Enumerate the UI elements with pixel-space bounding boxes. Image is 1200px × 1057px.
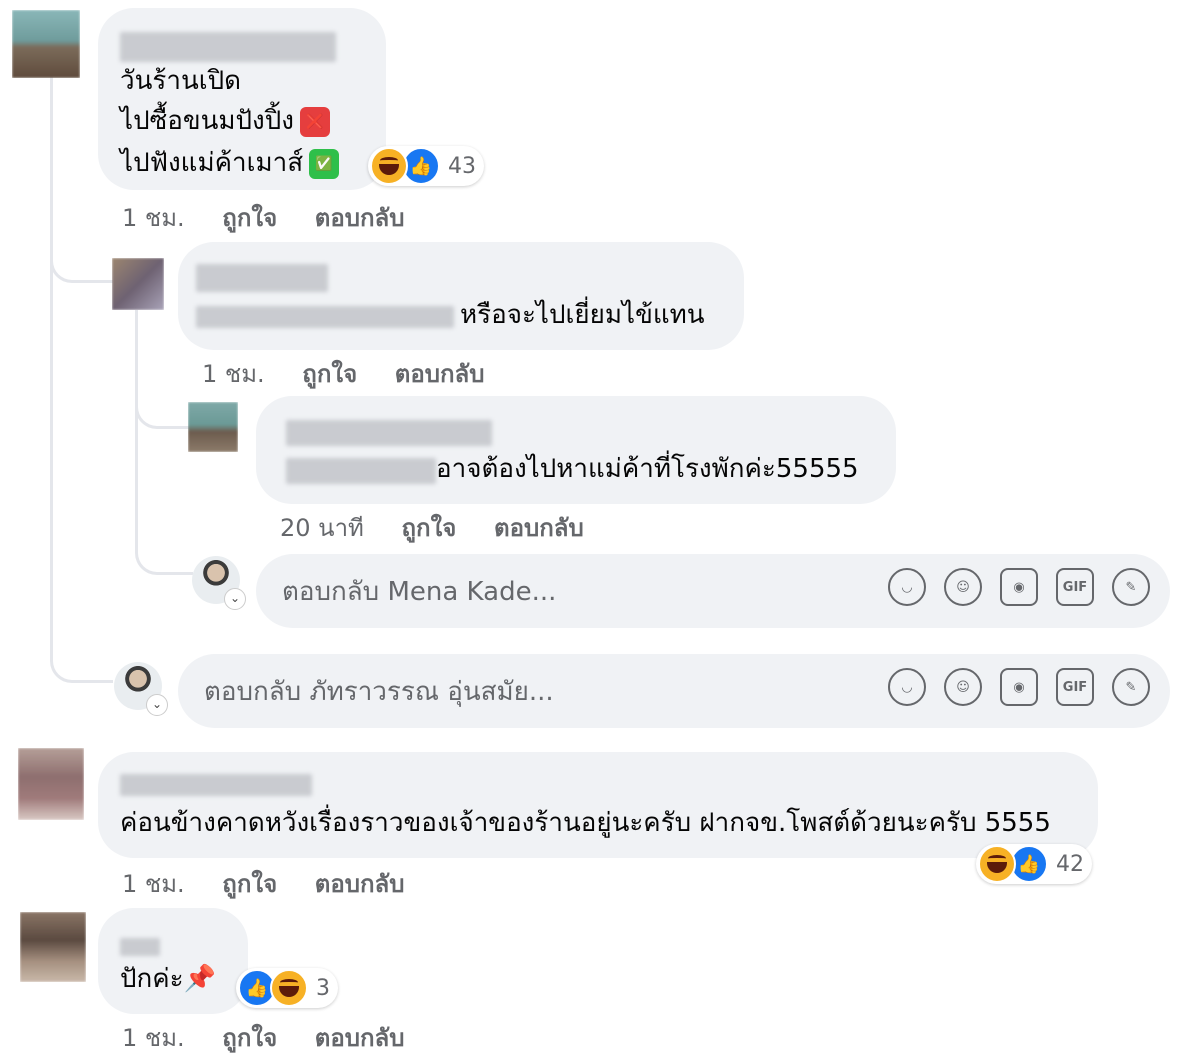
comment-line-3-text: ไปฟังแม่ค้าเมาส์ [120, 148, 304, 178]
thread-line-level2 [135, 310, 193, 575]
comment-text: ปักค่ะ [120, 964, 184, 994]
reply-input[interactable] [280, 554, 844, 630]
author-name-redacted[interactable] [120, 32, 336, 62]
reply-button[interactable]: ตอบกลับ [315, 870, 405, 898]
haha-icon [978, 845, 1016, 883]
thread-branch-1 [50, 258, 113, 283]
author-name-redacted[interactable] [196, 264, 328, 292]
avatar-sticker-icon[interactable]: ✎ [1112, 668, 1150, 706]
mention-redacted[interactable] [286, 458, 436, 484]
mention-redacted[interactable] [196, 306, 454, 328]
haha-icon [370, 147, 408, 185]
timestamp[interactable]: 1 ชม. [202, 360, 265, 388]
comment-line-3: ไปฟังแม่ค้าเมาส์ ✅ [120, 144, 340, 182]
reply-input-box[interactable]: ◡ ☺ ◉ GIF ✎ [256, 554, 1170, 630]
chevron-down-icon[interactable]: ⌄ [224, 588, 246, 610]
comment-actions: 20 นาที ถูกใจ ตอบกลับ [280, 508, 614, 547]
reply-button[interactable]: ตอบกลับ [494, 514, 584, 542]
comment-line-2: ไปซื้อขนมปังปิ้ง ❌ [120, 102, 330, 140]
avatar[interactable] [12, 10, 80, 78]
like-button[interactable]: ถูกใจ [222, 1024, 277, 1052]
reply-button[interactable]: ตอบกลับ [395, 360, 485, 388]
comment-line-2-text: ไปซื้อขนมปังปิ้ง [120, 106, 294, 136]
author-name-redacted[interactable] [120, 938, 160, 956]
timestamp[interactable]: 1 ชม. [122, 1024, 185, 1052]
author-name-redacted[interactable] [286, 420, 492, 446]
gif-icon[interactable]: GIF [1056, 568, 1094, 606]
reaction-summary[interactable]: 👍 43 [368, 146, 484, 186]
like-button[interactable]: ถูกใจ [402, 514, 457, 542]
reply-input-box[interactable]: ◡ ☺ ◉ GIF ✎ [178, 654, 1170, 730]
cross-mark-emoji: ❌ [299, 106, 330, 137]
haha-icon [270, 969, 308, 1007]
avatar[interactable] [18, 748, 84, 820]
avatar-sticker-icon[interactable]: ✎ [1112, 568, 1150, 606]
emoji-icon[interactable]: ☺ [944, 568, 982, 606]
thread-branch-2 [135, 400, 193, 429]
reaction-count: 3 [316, 975, 330, 1001]
gif-icon[interactable]: GIF [1056, 668, 1094, 706]
comment-bubble: ปักค่ะ📌 [98, 908, 248, 1014]
comment-actions: 1 ชม. ถูกใจ ตอบกลับ [122, 864, 434, 903]
avatar[interactable] [112, 258, 164, 310]
like-button[interactable]: ถูกใจ [222, 870, 277, 898]
camera-icon[interactable]: ◉ [1000, 668, 1038, 706]
reaction-count: 43 [448, 153, 476, 179]
comment-text: อาจต้องไปหาแม่ค้าที่โรงพักค่ะ55555 [436, 454, 859, 484]
like-button[interactable]: ถูกใจ [222, 204, 277, 232]
camera-icon[interactable]: ◉ [1000, 568, 1038, 606]
comment-text: หรือจะไปเยี่ยมไข้แทน [460, 300, 705, 330]
reaction-summary[interactable]: 👍 42 [976, 844, 1092, 884]
emoji-icon[interactable]: ☺ [944, 668, 982, 706]
comment-actions: 1 ชม. ถูกใจ ตอบกลับ [122, 198, 434, 237]
author-name-redacted[interactable] [120, 774, 312, 796]
reply-button[interactable]: ตอบกลับ [315, 1024, 405, 1052]
reaction-summary[interactable]: 👍 3 [236, 968, 338, 1008]
comment-bubble: หรือจะไปเยี่ยมไข้แทน [178, 242, 744, 350]
chevron-down-icon[interactable]: ⌄ [146, 694, 168, 716]
timestamp[interactable]: 20 นาที [280, 514, 364, 542]
comment-bubble: วันร้านเปิด ไปซื้อขนมปังปิ้ง ❌ ไปฟังแม่ค้… [98, 8, 386, 190]
comment-bubble: อาจต้องไปหาแม่ค้าที่โรงพักค่ะ55555 [256, 396, 896, 504]
avatar[interactable] [188, 402, 238, 452]
comment-text-row: ปักค่ะ📌 [120, 960, 216, 998]
timestamp[interactable]: 1 ชม. [122, 204, 185, 232]
comment-line-1: วันร้านเปิด [120, 66, 241, 96]
comment-actions: 1 ชม. ถูกใจ ตอบกลับ [202, 354, 514, 393]
comment-bubble: ค่อนข้างคาดหวังเรื่องราวของเจ้าของร้านอย… [98, 752, 1098, 858]
like-button[interactable]: ถูกใจ [302, 360, 357, 388]
sticker-icon[interactable]: ◡ [888, 668, 926, 706]
check-mark-emoji: ✅ [309, 148, 340, 179]
thread-line-level1-branch [50, 70, 53, 280]
sticker-icon[interactable]: ◡ [888, 568, 926, 606]
reply-button[interactable]: ตอบกลับ [315, 204, 405, 232]
comment-text: ค่อนข้างคาดหวังเรื่องราวของเจ้าของร้านอย… [120, 808, 1051, 838]
avatar[interactable] [20, 912, 86, 982]
pushpin-emoji: 📌 [183, 964, 216, 994]
composer-tools: ◡ ☺ ◉ GIF ✎ [888, 568, 1150, 606]
reply-input[interactable] [202, 654, 766, 730]
reaction-count: 42 [1056, 851, 1084, 877]
timestamp[interactable]: 1 ชม. [122, 870, 185, 898]
comment-actions: 1 ชม. ถูกใจ ตอบกลับ [122, 1018, 434, 1057]
composer-tools: ◡ ☺ ◉ GIF ✎ [888, 668, 1150, 706]
